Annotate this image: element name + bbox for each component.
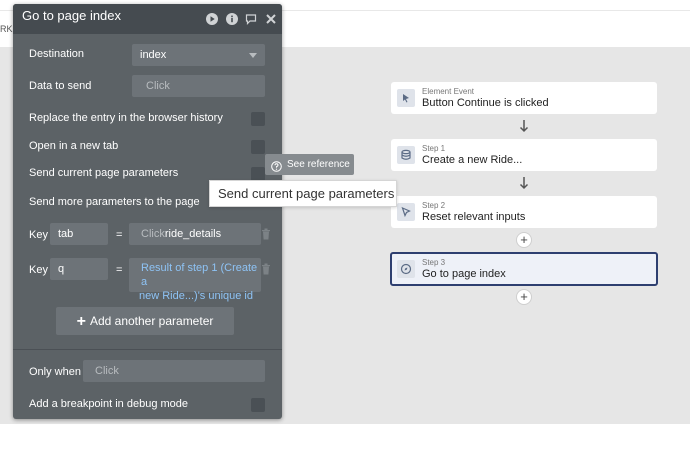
send-current-params-checkbox[interactable]	[251, 167, 265, 181]
param-key-value: q	[58, 263, 65, 275]
card-small-label: Step 2	[422, 201, 446, 210]
card-main-label: Reset relevant inputs	[422, 211, 526, 223]
play-icon[interactable]	[206, 12, 218, 25]
info-icon[interactable]	[226, 12, 238, 25]
bottom-area	[0, 424, 690, 451]
param-value-text: ride_details	[164, 228, 222, 240]
card-small-label: Element Event	[422, 87, 475, 96]
property-editor-panel: Go to page index Destination index Data …	[13, 4, 282, 419]
open-new-tab-checkbox[interactable]	[251, 140, 265, 154]
data-to-send-field[interactable]: Click	[132, 75, 265, 97]
see-reference-button[interactable]: See reference	[265, 154, 354, 175]
param-value-placeholder: Click	[141, 228, 165, 240]
see-reference-label: See reference	[287, 159, 350, 170]
add-parameter-label: Add another parameter	[89, 314, 214, 328]
card-small-label: Step 1	[422, 144, 446, 153]
param-equals: =	[116, 229, 123, 241]
card-main-label: Button Continue is clicked	[422, 97, 549, 109]
send-current-params-label: Send current page parameters	[29, 167, 179, 179]
param-key-label: Key	[29, 229, 48, 241]
panel-title: Go to page index	[22, 8, 122, 23]
comment-icon[interactable]	[245, 12, 257, 25]
workflow-step-1-card[interactable]: Step 1 Create a new Ride...	[391, 139, 657, 171]
arrow-down-icon	[518, 118, 530, 134]
param-key-input[interactable]: q	[50, 258, 108, 280]
dynamic-expression-line-2[interactable]: new Ride...)'s unique id	[139, 289, 261, 303]
data-to-send-label: Data to send	[29, 80, 92, 92]
workflow-step-3-card[interactable]: Step 3 Go to page index	[390, 252, 658, 286]
breakpoint-checkbox[interactable]	[251, 398, 265, 412]
question-icon	[271, 159, 282, 172]
pointer-icon	[397, 203, 415, 221]
cursor-click-icon	[397, 89, 415, 107]
dynamic-expression-line-1[interactable]: Result of step 1 (Create a	[139, 261, 261, 289]
database-icon	[397, 146, 415, 164]
close-icon[interactable]	[265, 12, 277, 24]
destination-dropdown[interactable]: index	[132, 44, 265, 66]
data-to-send-placeholder: Click	[146, 80, 170, 92]
param-equals: =	[116, 264, 123, 276]
destination-value: index	[140, 49, 167, 61]
replace-entry-checkbox[interactable]	[251, 112, 265, 126]
workflow-event-card[interactable]: Element Event Button Continue is clicked	[391, 82, 657, 114]
param-value-input[interactable]: Result of step 1 (Create a new Ride...)'…	[129, 258, 261, 302]
breakpoint-label: Add a breakpoint in debug mode	[29, 398, 189, 410]
only-when-field[interactable]: Click	[83, 360, 265, 382]
send-more-params-label: Send more parameters to the page	[29, 196, 200, 208]
param-key-value: tab	[58, 228, 74, 240]
compass-icon	[397, 260, 415, 278]
delete-param-icon[interactable]	[261, 262, 271, 275]
param-key-input[interactable]: tab	[50, 223, 108, 245]
panel-divider	[13, 349, 282, 350]
tooltip: Send current page parameters	[209, 180, 397, 207]
panel-header: Go to page index	[13, 4, 282, 34]
card-main-label: Create a new Ride...	[422, 154, 523, 166]
open-new-tab-label: Open in a new tab	[29, 140, 119, 152]
only-when-label: Only when	[29, 366, 81, 378]
delete-param-icon[interactable]	[261, 227, 271, 240]
param-key-label: Key	[29, 264, 48, 276]
card-small-label: Step 3	[422, 258, 446, 267]
param-value-input[interactable]: Clickride_details	[129, 223, 261, 245]
arrow-down-icon	[518, 175, 530, 191]
add-step-button[interactable]: +	[516, 289, 532, 305]
only-when-placeholder: Click	[95, 365, 119, 377]
workflow-step-2-card[interactable]: Step 2 Reset relevant inputs	[391, 196, 657, 228]
destination-label: Destination	[29, 48, 85, 60]
card-main-label: Go to page index	[422, 268, 506, 280]
add-step-button[interactable]: +	[516, 232, 532, 248]
add-parameter-button[interactable]: + Add another parameter	[56, 307, 234, 335]
plus-icon: +	[76, 313, 86, 330]
replace-entry-label: Replace the entry in the browser history	[29, 112, 223, 124]
chevron-down-icon	[249, 53, 257, 58]
